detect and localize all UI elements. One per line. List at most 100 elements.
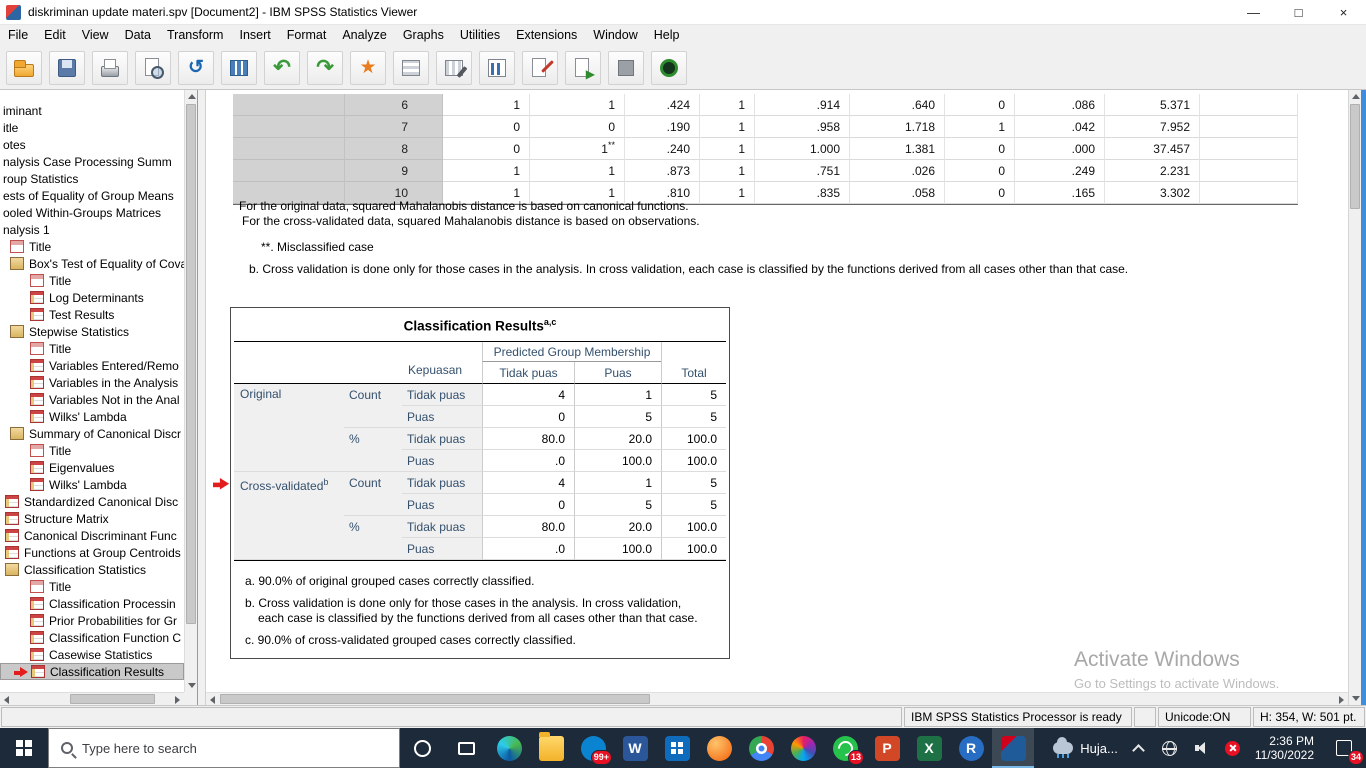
content-horizontal-scrollbar[interactable] [206,692,1348,705]
toolbar-button[interactable] [651,51,687,85]
menu-item[interactable]: Transform [159,25,232,46]
tree-item[interactable]: Classification Function C [0,629,184,646]
tray-alert-icon[interactable] [1225,741,1240,756]
tree-item[interactable]: Prior Probabilities for Gr [0,612,184,629]
tree-item[interactable]: Stepwise Statistics [0,323,184,340]
toolbar-button[interactable] [307,51,343,85]
file-explorer-icon[interactable] [530,728,572,768]
menu-item[interactable]: Help [646,25,688,46]
toolbar-button[interactable] [479,51,515,85]
network-icon[interactable] [1162,741,1177,756]
toolbar-button[interactable] [264,51,300,85]
tree-item[interactable]: roup Statistics [0,170,184,187]
toolbar-button[interactable] [135,51,171,85]
tree-item[interactable]: Variables in the Analysis [0,374,184,391]
minimize-button[interactable]: — [1231,0,1276,25]
toolbar-button[interactable] [608,51,644,85]
tree-item[interactable]: itle [0,119,184,136]
volume-icon[interactable] [1195,741,1209,755]
tree-item[interactable]: ooled Within-Groups Matrices [0,204,184,221]
tree-item[interactable]: Canonical Discriminant Func [0,527,184,544]
tree-item[interactable]: Eigenvalues [0,459,184,476]
tree-item[interactable]: Variables Not in the Anal [0,391,184,408]
spss-icon[interactable] [992,728,1034,768]
tree-item[interactable]: Log Determinants [0,289,184,306]
tree-item[interactable]: otes [0,136,184,153]
menu-item[interactable]: Window [585,25,645,46]
menu-item[interactable]: Analyze [334,25,394,46]
toolbar-button[interactable] [436,51,472,85]
taskbar-clock[interactable]: 2:36 PM 11/30/2022 [1247,734,1322,762]
task-view-button[interactable] [444,728,488,768]
toolbar-button[interactable] [522,51,558,85]
toolbar-button[interactable] [178,51,214,85]
scroll-right-arrow[interactable] [171,693,184,705]
menu-item[interactable]: Edit [36,25,74,46]
outline-vertical-scrollbar[interactable] [184,90,197,692]
tree-item[interactable]: Casewise Statistics [0,646,184,663]
tree-item[interactable]: Structure Matrix [0,510,184,527]
toolbar-button[interactable] [565,51,601,85]
powerpoint-icon[interactable]: P [866,728,908,768]
menu-item[interactable]: Extensions [508,25,585,46]
tree-item[interactable]: Summary of Canonical Discr [0,425,184,442]
blue-app-icon[interactable]: 99+ [572,728,614,768]
tree-item[interactable]: Title [0,238,184,255]
tree-item[interactable]: Classification Statistics [0,561,184,578]
tree-item[interactable]: Classification Processin [0,595,184,612]
tree-item[interactable]: Title [0,578,184,595]
chrome-icon[interactable] [740,728,782,768]
close-button[interactable]: × [1321,0,1366,25]
tree-item[interactable]: Box's Test of Equality of Cova [0,255,184,272]
taskbar-search[interactable] [48,728,400,768]
scroll-down-arrow[interactable] [185,679,198,692]
blue-grid-app-icon[interactable] [656,728,698,768]
menu-item[interactable]: Data [117,25,159,46]
menu-item[interactable]: Graphs [395,25,452,46]
classification-results-table[interactable]: Classification Resultsa,c Kepuasan Predi… [230,307,730,659]
tree-item[interactable]: iminant [0,102,184,119]
weather-widget[interactable]: Huja... [1043,728,1128,768]
tree-item[interactable]: Wilks' Lambda [0,408,184,425]
edge-icon[interactable] [488,728,530,768]
scroll-up-arrow[interactable] [185,90,198,103]
tree-item[interactable]: Title [0,442,184,459]
start-button[interactable] [0,728,48,768]
tree-item[interactable]: Classification Results [0,663,184,680]
tree-item[interactable]: Test Results [0,306,184,323]
r-app-icon[interactable]: R [950,728,992,768]
maximize-button[interactable]: □ [1276,0,1321,25]
menu-item[interactable]: View [74,25,117,46]
hidden-icons-chevron-icon[interactable] [1132,744,1145,757]
toolbar-button[interactable] [221,51,257,85]
scroll-left-arrow[interactable] [0,693,13,705]
menu-item[interactable]: Format [279,25,335,46]
excel-icon[interactable]: X [908,728,950,768]
menu-item[interactable]: Utilities [452,25,508,46]
search-input[interactable] [82,741,387,756]
tree-item[interactable]: nalysis 1 [0,221,184,238]
tree-item[interactable]: Title [0,340,184,357]
whatsapp-icon[interactable]: 13 [824,728,866,768]
toolbar-button[interactable] [49,51,85,85]
scroll-left-arrow[interactable] [206,693,219,705]
tree-item[interactable]: Variables Entered/Remo [0,357,184,374]
tree-item[interactable]: Wilks' Lambda [0,476,184,493]
word-icon[interactable]: W [614,728,656,768]
pane-splitter[interactable] [198,90,206,705]
scroll-right-arrow[interactable] [1335,693,1348,705]
colorful-app-icon[interactable] [782,728,824,768]
action-center-button[interactable]: 34 [1322,728,1366,768]
toolbar-button[interactable] [6,51,42,85]
cortana-button[interactable] [400,728,444,768]
outline-horizontal-scrollbar[interactable] [0,692,184,705]
menu-item[interactable]: File [0,25,36,46]
orange-app-icon[interactable] [698,728,740,768]
tree-item[interactable]: Title [0,272,184,289]
toolbar-button[interactable] [350,51,386,85]
content-vertical-scrollbar[interactable] [1348,90,1361,705]
tree-item[interactable]: Functions at Group Centroids [0,544,184,561]
tree-item[interactable]: ests of Equality of Group Means [0,187,184,204]
casewise-statistics-table-fragment[interactable]: 6 1 1 .424 1 .914 .640 0 .086 5.371 7 0 … [233,94,1298,205]
menu-item[interactable]: Insert [231,25,278,46]
